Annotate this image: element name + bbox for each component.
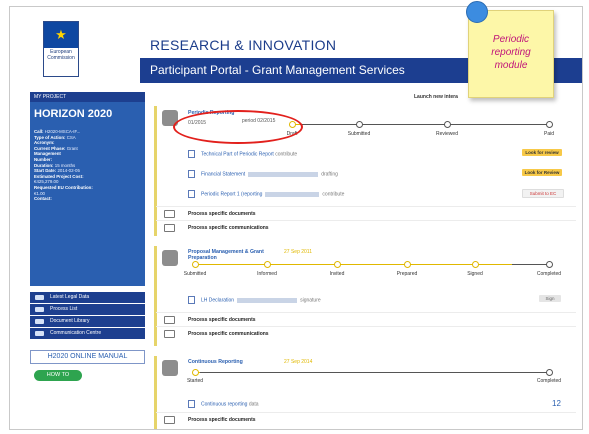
section-accent-bar: [154, 246, 157, 346]
status-timeline: [300, 124, 550, 125]
sticky-note-text: Periodic reporting module: [491, 34, 531, 71]
step-dot-invited: [334, 261, 341, 268]
document-icon: [188, 150, 195, 158]
process-specific-communications[interactable]: Process specific communications: [188, 331, 269, 337]
document-row[interactable]: LH Declaration signature: [188, 296, 321, 304]
section-accent-bar: [154, 106, 157, 236]
horizon-2020-banner: HORIZON 2020: [30, 102, 145, 126]
look-for-review-button[interactable]: Look for Review: [522, 169, 562, 176]
date-tag: 27 Sep 2014: [284, 359, 313, 365]
ec-logo[interactable]: ★ European Commission: [43, 21, 79, 77]
sidebar-section-label: MY PROJECT: [30, 92, 145, 102]
step-dot-signed: [472, 261, 479, 268]
document-row[interactable]: Periodic Report 1 (reporting contribute: [188, 190, 344, 198]
sidebar-link-process-list[interactable]: Process List: [30, 304, 145, 316]
document-row[interactable]: Continuous reporting data: [188, 400, 259, 408]
process-specific-documents[interactable]: Process specific documents: [188, 317, 256, 323]
step-label: Prepared: [396, 271, 418, 277]
highlight-ellipse: [173, 110, 303, 144]
documents-icon: [164, 416, 175, 424]
online-manual-link[interactable]: H2020 ONLINE MANUAL: [30, 350, 145, 364]
continuous-reporting-icon: [162, 360, 178, 376]
sidebar-link-communication-centre[interactable]: Communication Centre: [30, 328, 145, 340]
step-label: Informed: [257, 271, 277, 277]
communications-icon: [164, 224, 175, 232]
redacted-text: [265, 191, 320, 197]
status-timeline: [200, 372, 552, 373]
step-dot-started: [192, 369, 199, 376]
sidebar-link-document-library[interactable]: Document Library: [30, 316, 145, 328]
list-icon: [35, 307, 44, 312]
step-label: Completed: [536, 378, 562, 384]
sign-button[interactable]: Sign: [539, 295, 561, 302]
step-label: Started: [186, 378, 204, 384]
how-to-label: HOW TO: [46, 372, 70, 378]
portal-title: RESEARCH & INNOVATION: [150, 37, 337, 53]
redacted-text: [237, 297, 298, 303]
divider: [156, 312, 576, 313]
step-label: Invited: [329, 271, 345, 277]
step-dot-completed: [546, 261, 553, 268]
ec-logo-text: European Commission: [47, 49, 75, 61]
horizon-2020-label: HORIZON 2020: [34, 108, 113, 120]
launch-new-interaction-link[interactable]: Launch new intera: [414, 94, 458, 100]
process-specific-communications[interactable]: Process specific communications: [188, 225, 269, 231]
documents-icon: [164, 210, 175, 218]
step-label: Completed: [536, 271, 562, 277]
continuous-reporting-section: Continuous Reporting 27 Sep 2014 Started…: [154, 356, 576, 429]
step-dot-paid: [546, 121, 553, 128]
submit-to-ec-button[interactable]: Submit to EC: [522, 189, 564, 198]
divider: [156, 206, 576, 207]
pushpin-icon: [466, 1, 488, 23]
step-label: Submitted: [347, 131, 371, 137]
project-info-panel: Call: H2020-MSCA-IF... Type of Action: C…: [30, 126, 145, 286]
document-row[interactable]: Technical Part of Periodic Report contri…: [188, 150, 297, 158]
arrow-icon: [35, 295, 44, 300]
grant-preparation-section: Proposal Management & Grant Preparation …: [154, 246, 576, 346]
step-dot-completed: [546, 369, 553, 376]
step-label: Paid: [543, 131, 554, 137]
step-label: Signed: [467, 271, 483, 277]
divider: [156, 220, 576, 221]
step-dot-submitted: [192, 261, 199, 268]
sticky-note: Periodic reporting module: [468, 10, 554, 98]
divider: [156, 412, 576, 413]
page-number: 12: [552, 399, 561, 408]
folder-icon: [35, 319, 44, 324]
step-dot-submitted: [356, 121, 363, 128]
document-icon: [188, 296, 195, 304]
date-tag: 27 Sep 2011: [284, 249, 312, 255]
step-label: Reviewed: [436, 131, 458, 137]
documents-icon: [164, 316, 175, 324]
look-for-review-button[interactable]: Look for review: [522, 149, 562, 156]
sidebar-link-legal-data[interactable]: Latest Legal Data: [30, 292, 145, 304]
step-label: Submitted: [183, 271, 207, 277]
divider: [156, 326, 576, 327]
how-to-button[interactable]: HOW TO: [34, 370, 82, 381]
step-dot-reviewed: [444, 121, 451, 128]
document-row[interactable]: Financial Statement drafting: [188, 170, 338, 178]
document-icon: [188, 190, 195, 198]
continuous-reporting-title[interactable]: Continuous Reporting: [188, 359, 243, 365]
step-dot-informed: [264, 261, 271, 268]
info-row: Contact:: [34, 196, 52, 202]
grant-preparation-title[interactable]: Proposal Management & Grant Preparation: [188, 249, 268, 261]
eu-flag-icon: ★: [44, 22, 78, 48]
portal-subtitle: Participant Portal - Grant Management Se…: [150, 63, 405, 77]
grant-preparation-icon: [162, 250, 178, 266]
project-sidebar: MY PROJECT HORIZON 2020 Call: H2020-MSCA…: [30, 92, 145, 429]
document-icon: [188, 400, 195, 408]
redacted-text: [248, 171, 319, 177]
communications-icon: [164, 330, 175, 338]
step-dot-prepared: [404, 261, 411, 268]
mail-icon: [35, 331, 44, 336]
progress-done: [194, 264, 512, 265]
process-specific-documents[interactable]: Process specific documents: [188, 417, 256, 423]
document-icon: [188, 170, 195, 178]
process-specific-documents[interactable]: Process specific documents: [188, 211, 256, 217]
section-accent-bar: [154, 356, 157, 429]
